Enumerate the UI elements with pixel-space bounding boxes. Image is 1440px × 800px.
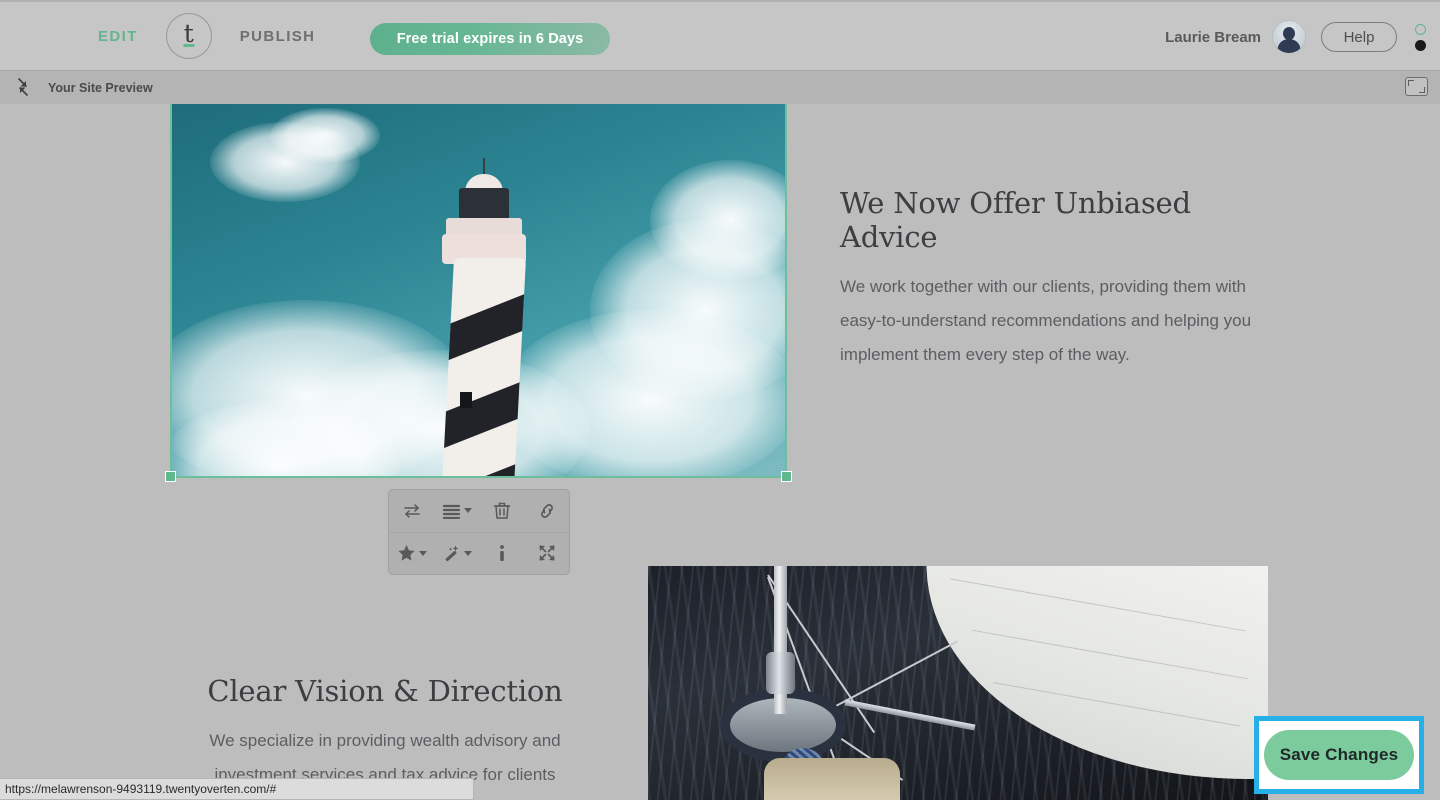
section-body: We work together with our clients, provi… — [840, 277, 1252, 364]
section-title: We Now Offer Unbiased Advice — [840, 186, 1191, 254]
site-canvas: We Now Offer Unbiased Advice We work tog… — [0, 104, 1440, 800]
status-bar-url: https://melawrenson-9493119.twentyoverte… — [5, 782, 277, 796]
account-controls: Laurie Bream Help — [1165, 2, 1440, 72]
resize-handle-bottom-right[interactable] — [781, 471, 792, 482]
brand-logo[interactable]: t — [165, 13, 212, 59]
save-changes-button[interactable]: Save Changes — [1264, 730, 1414, 780]
logo-underline-icon — [183, 44, 195, 47]
user-name-label[interactable]: Laurie Bream — [1165, 29, 1261, 46]
trial-expiry-badge[interactable]: Free trial expires in 6 Days — [370, 23, 610, 55]
section-unbiased-advice[interactable]: We Now Offer Unbiased Advice We work tog… — [840, 186, 1268, 372]
chevron-down-icon — [463, 508, 472, 514]
avatar-body — [1277, 39, 1301, 53]
image-edit-toolbar — [388, 489, 570, 575]
sail-seam — [950, 578, 1246, 632]
tower-stripe — [441, 380, 527, 450]
chevron-down-icon — [418, 550, 427, 556]
publish-mode-link[interactable]: PUBLISH — [240, 28, 316, 45]
site-preview-label: Your Site Preview — [48, 80, 153, 95]
expand-corner-tl — [1408, 80, 1414, 86]
delete-icon[interactable] — [479, 490, 524, 532]
toolbar-row-bottom — [389, 531, 569, 575]
sail-seam — [993, 682, 1240, 727]
lighthouse-tower — [441, 258, 527, 478]
resize-handle-bottom-left[interactable] — [165, 471, 176, 482]
avatar[interactable] — [1272, 20, 1306, 54]
status-dot-icon[interactable] — [1415, 39, 1426, 51]
save-changes-highlight: Save Changes — [1254, 716, 1424, 794]
fullscreen-icon[interactable] — [524, 533, 569, 575]
toolbar-row-top — [389, 490, 569, 532]
status-bar: https://melawrenson-9493119.twentyoverte… — [0, 778, 474, 800]
status-ring-icon[interactable] — [1415, 23, 1426, 35]
sailboat-image[interactable] — [648, 566, 1268, 800]
mode-switcher: EDIT t PUBLISH — [98, 13, 315, 59]
section-title: Clear Vision & Direction — [207, 674, 563, 708]
favorite-icon[interactable] — [389, 533, 434, 575]
tower-stripe — [441, 462, 527, 478]
link-icon[interactable] — [524, 490, 569, 532]
align-text-icon[interactable] — [434, 490, 479, 532]
expand-frame-icon[interactable] — [1405, 77, 1428, 96]
info-icon[interactable] — [479, 533, 524, 575]
tower-stripe — [441, 292, 527, 362]
collapse-arrows-icon[interactable] — [6, 71, 40, 105]
sail-seam — [971, 629, 1248, 680]
expand-corner-br — [1419, 87, 1425, 93]
logo-letter: t — [183, 18, 194, 48]
effects-icon[interactable] — [434, 533, 479, 575]
replace-image-icon[interactable] — [389, 490, 434, 532]
mast-collar — [766, 652, 795, 694]
deck-surface — [764, 758, 900, 800]
edit-mode-link[interactable]: EDIT — [98, 28, 138, 45]
site-preview-bar: Your Site Preview — [0, 70, 1440, 104]
cloud-shape — [270, 108, 380, 163]
app-root: EDIT t PUBLISH Free trial expires in 6 D… — [0, 0, 1440, 800]
help-button[interactable]: Help — [1321, 22, 1397, 52]
lighthouse-image[interactable] — [170, 104, 787, 478]
chevron-down-icon — [464, 550, 472, 556]
top-chrome-bar: EDIT t PUBLISH Free trial expires in 6 D… — [0, 0, 1440, 70]
lighthouse-lamp-room — [459, 188, 509, 220]
lighthouse-window — [460, 392, 472, 408]
status-indicators — [1415, 23, 1426, 51]
